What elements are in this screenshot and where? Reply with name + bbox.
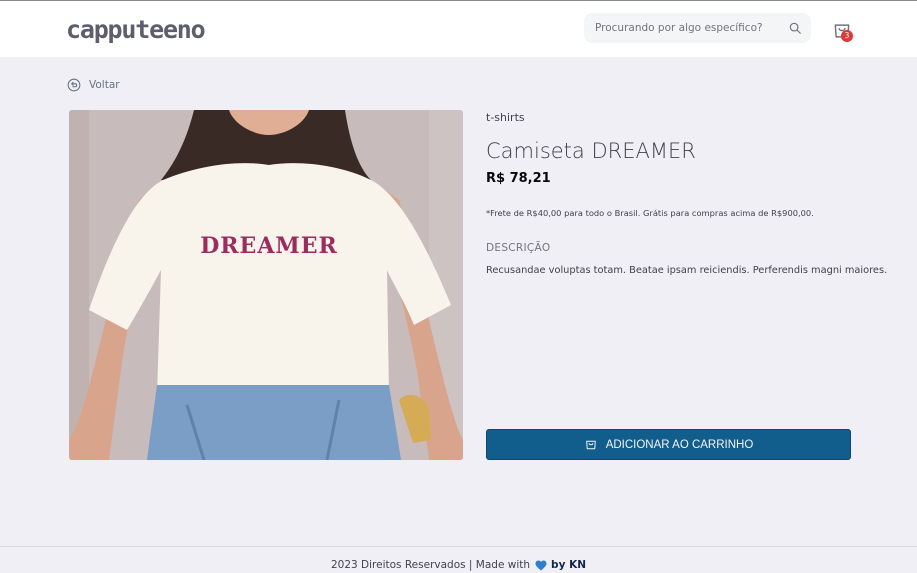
back-label: Voltar (89, 79, 120, 91)
shirt-print-text: DREAMER (200, 233, 338, 259)
shopping-bag-icon (585, 440, 596, 449)
product-price: R$ 78,21 (486, 171, 551, 186)
search-input[interactable] (584, 13, 774, 43)
site-header: capputeeno 3 (0, 1, 917, 57)
back-link[interactable]: Voltar (67, 77, 120, 93)
footer-credit[interactable]: by KN (551, 559, 586, 571)
logo[interactable]: capputeeno (66, 15, 206, 45)
add-to-cart-button[interactable]: ADICIONAR AO CARRINHO (486, 429, 851, 460)
product-category: t-shirts (486, 111, 525, 124)
product-title: Camiseta DREAMER (486, 139, 696, 163)
search-bar[interactable] (584, 13, 811, 43)
add-to-cart-label: ADICIONAR AO CARRINHO (605, 438, 754, 451)
footer-text: 2023 Direitos Reservados | Made with (330, 559, 531, 571)
search-icon[interactable] (788, 21, 802, 35)
shipping-note: *Frete de R$40,00 para todo o Brasil. Gr… (486, 208, 814, 218)
product-description: Recusandae voluptas totam. Beatae ipsam … (486, 265, 888, 276)
heart-icon (535, 560, 547, 570)
back-arrow-icon (67, 78, 81, 92)
footer-divider (0, 546, 917, 547)
product-image: DREAMER (69, 110, 463, 460)
cart-count-badge: 3 (841, 30, 853, 42)
site-footer: 2023 Direitos Reservados | Made with by … (0, 556, 917, 573)
description-heading: DESCRIÇÃO (486, 242, 551, 254)
